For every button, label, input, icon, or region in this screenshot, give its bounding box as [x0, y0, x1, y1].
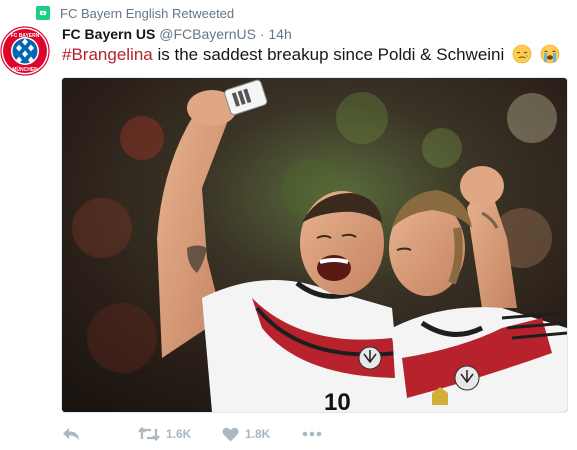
tweet-text: #Brangelina is the saddest breakup since… — [62, 44, 560, 70]
retweet-context: FC Bayern English Retweeted — [36, 4, 234, 22]
disappointed-relieved-face-icon — [512, 44, 532, 70]
retweet-count: 1.6K — [166, 427, 192, 441]
tweet-actions: 1.6K 1.8K — [62, 424, 322, 444]
avatar-text-bottom: MÜNCHEN — [12, 66, 38, 73]
retweet-icon — [138, 427, 160, 441]
tweet-timestamp[interactable]: 14h — [268, 26, 291, 42]
like-count: 1.8K — [245, 427, 271, 441]
author-handle[interactable]: @FCBayernUS — [159, 26, 256, 42]
retweet-icon — [36, 6, 50, 20]
tweet-header: FC Bayern US @FCBayernUS · 14h — [62, 26, 292, 42]
author-name[interactable]: FC Bayern US — [62, 26, 155, 42]
more-button[interactable] — [302, 431, 322, 437]
fc-bayern-logo-icon: FC BAYERN MÜNCHEN — [0, 26, 50, 76]
like-button[interactable]: 1.8K — [222, 427, 302, 442]
jersey-number: 10 — [324, 389, 351, 412]
tweet-body: is the saddest breakup since Poldi & Sch… — [152, 45, 505, 64]
more-icon — [302, 431, 322, 437]
reply-icon — [62, 427, 80, 441]
tweet-photo[interactable]: 10 — [61, 77, 568, 413]
retweet-button[interactable]: 1.6K — [138, 427, 222, 441]
separator-dot: · — [259, 26, 265, 42]
heart-icon — [222, 427, 239, 442]
loudly-crying-face-icon — [540, 44, 560, 70]
retweet-context-text[interactable]: FC Bayern English Retweeted — [60, 6, 234, 21]
avatar[interactable]: FC BAYERN MÜNCHEN — [0, 26, 50, 76]
avatar-text-top: FC BAYERN — [11, 33, 40, 39]
hashtag-link[interactable]: #Brangelina — [62, 45, 153, 64]
reply-button[interactable] — [62, 427, 138, 441]
